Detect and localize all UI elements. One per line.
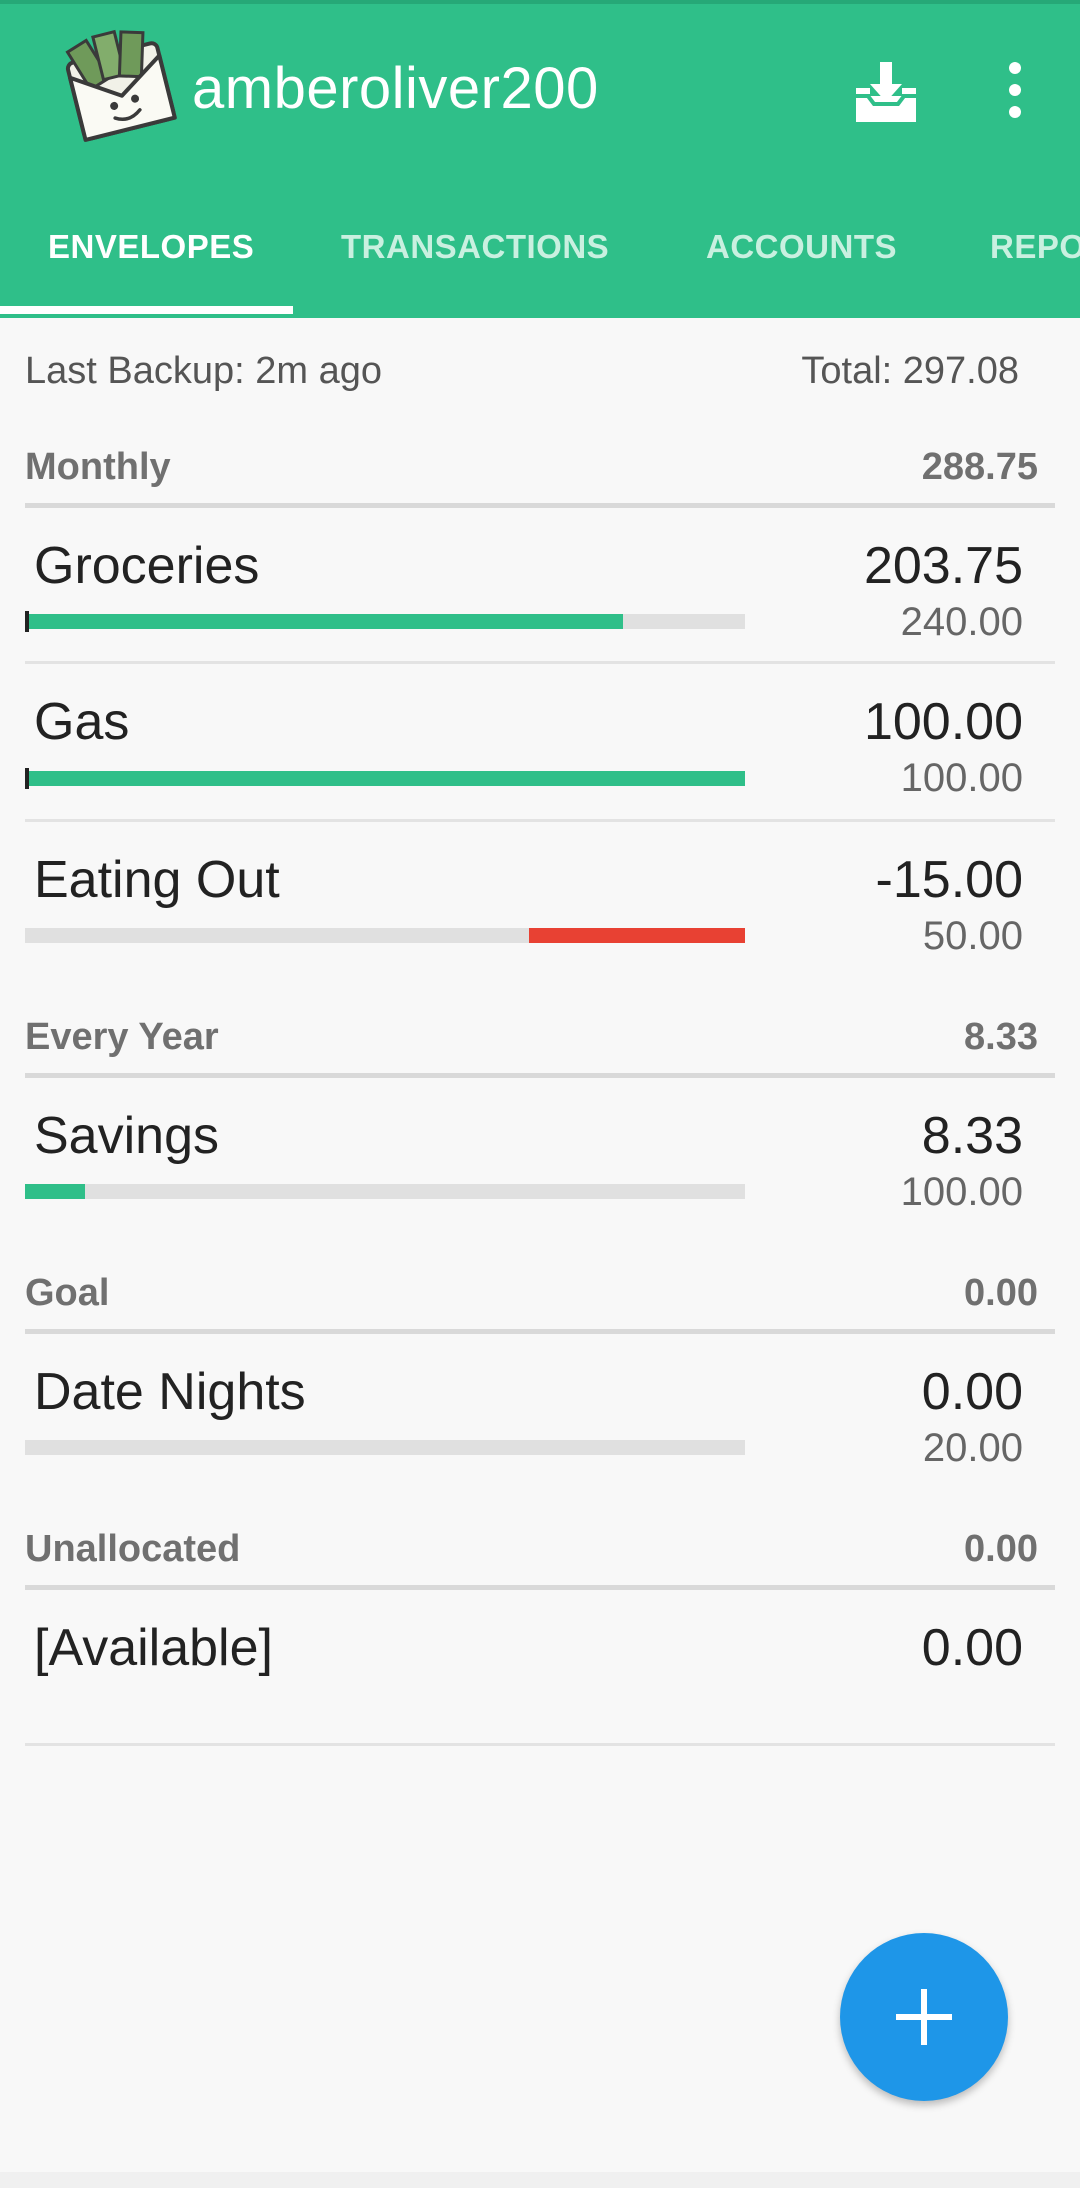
envelope-balance: -15.00 xyxy=(875,851,1023,909)
envelope-row-available[interactable]: [Available] 0.00 xyxy=(25,1590,1055,1746)
envelope-budget: 20.00 xyxy=(922,1426,1023,1470)
envelope-progress-bar xyxy=(25,1184,745,1199)
envelope-balance: 8.33 xyxy=(921,1107,1023,1165)
envelope-progress-bar xyxy=(25,611,745,632)
section-header-goal: Goal 0.00 xyxy=(25,1272,1055,1334)
section-name: Every Year xyxy=(25,1016,219,1058)
section-amount: 288.75 xyxy=(921,446,1038,488)
tab-accounts[interactable]: ACCOUNTS xyxy=(706,200,897,318)
envelope-name: Groceries xyxy=(34,537,260,595)
envelope-balance: 0.00 xyxy=(921,1363,1023,1421)
envelope-balance: 203.75 xyxy=(863,537,1023,595)
progress-fill xyxy=(25,771,745,786)
last-backup-text: Last Backup: 2m ago xyxy=(25,350,382,392)
envelope-row-eating-out[interactable]: Eating Out -15.00 50.00 xyxy=(25,822,1055,970)
plus-icon xyxy=(896,1989,952,2045)
add-envelope-button[interactable] xyxy=(840,1933,1008,2101)
envelope-row-date-nights[interactable]: Date Nights 0.00 20.00 xyxy=(25,1334,1055,1484)
status-line xyxy=(0,0,1080,4)
section-header-unallocated: Unallocated 0.00 xyxy=(25,1528,1055,1590)
tab-indicator xyxy=(0,306,293,314)
envelope-name: Date Nights xyxy=(34,1363,306,1421)
row-divider xyxy=(25,1743,1055,1746)
progress-fill xyxy=(25,614,623,629)
tab-envelopes[interactable]: ENVELOPES xyxy=(48,200,254,318)
envelope-progress-bar xyxy=(25,768,745,789)
account-title: amberoliver200 xyxy=(192,56,599,121)
envelope-budget: 50.00 xyxy=(922,914,1023,958)
tab-bar: ENVELOPES TRANSACTIONS ACCOUNTS REPO xyxy=(0,200,1080,318)
envelope-name: [Available] xyxy=(34,1619,273,1677)
envelope-row-groceries[interactable]: Groceries 203.75 240.00 xyxy=(25,508,1055,664)
progress-start-marker xyxy=(25,768,29,789)
envelope-logo-icon xyxy=(60,26,180,150)
envelope-row-gas[interactable]: Gas 100.00 100.00 xyxy=(25,664,1055,822)
envelope-budget: 240.00 xyxy=(900,600,1023,644)
section-name: Unallocated xyxy=(25,1528,241,1570)
total-balance: Total: 297.08 xyxy=(801,350,1019,392)
envelope-name: Eating Out xyxy=(34,851,280,909)
envelope-balance: 0.00 xyxy=(921,1619,1023,1677)
envelope-budget: 100.00 xyxy=(900,1170,1023,1214)
section-amount: 0.00 xyxy=(964,1528,1038,1570)
app-bar: amberoliver200 ENVELOPES TRANSACTIONS AC… xyxy=(0,0,1080,318)
progress-fill xyxy=(25,1184,85,1199)
envelope-budget: 100.00 xyxy=(900,756,1023,800)
envelope-progress-bar xyxy=(25,928,745,943)
tab-transactions[interactable]: TRANSACTIONS xyxy=(341,200,609,318)
section-header-monthly: Monthly 288.75 xyxy=(25,446,1055,508)
more-vert-icon[interactable] xyxy=(1000,60,1030,120)
section-name: Goal xyxy=(25,1272,110,1314)
section-name: Monthly xyxy=(25,446,171,488)
envelope-progress-bar xyxy=(25,1440,745,1455)
tab-reports[interactable]: REPO xyxy=(990,200,1080,318)
section-amount: 0.00 xyxy=(964,1272,1038,1314)
envelope-row-savings[interactable]: Savings 8.33 100.00 xyxy=(25,1078,1055,1228)
envelope-name: Savings xyxy=(34,1107,219,1165)
envelope-balance: 100.00 xyxy=(863,693,1023,751)
progress-fill xyxy=(529,928,745,943)
progress-start-marker xyxy=(25,611,29,632)
bottom-edge xyxy=(0,2172,1080,2188)
section-header-every-year: Every Year 8.33 xyxy=(25,1016,1055,1078)
section-amount: 8.33 xyxy=(964,1016,1038,1058)
envelope-name: Gas xyxy=(34,693,130,751)
download-icon[interactable] xyxy=(852,60,920,126)
